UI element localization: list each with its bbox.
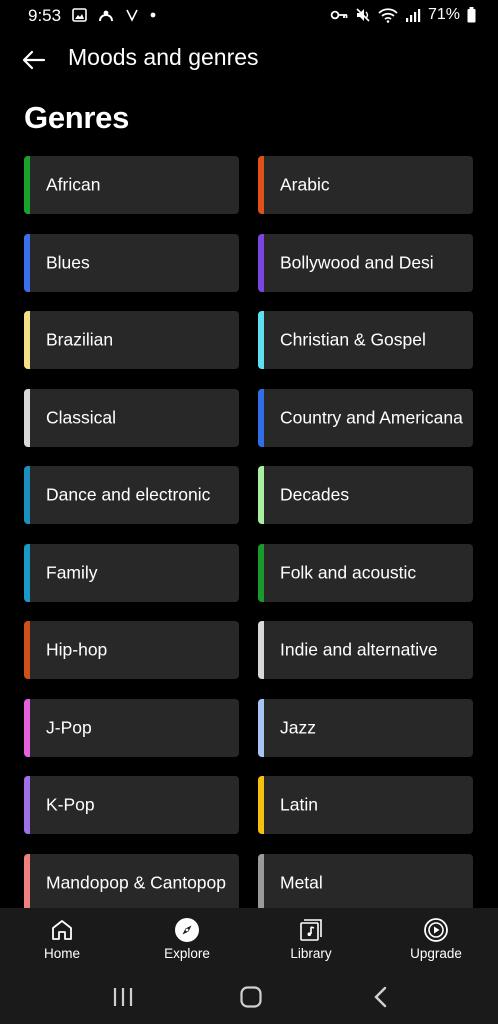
battery-icon — [467, 7, 476, 23]
genre-tile-metal[interactable]: Metal — [258, 853, 473, 912]
system-nav-bar — [0, 970, 498, 1024]
genre-label: Dance and electronic — [46, 484, 211, 505]
bolt-icon — [126, 9, 138, 22]
mute-icon — [356, 8, 370, 22]
section-title: Genres — [24, 100, 130, 135]
signal-icon — [405, 9, 421, 22]
genre-tile-indie-and-alternative[interactable]: Indie and alternative — [258, 621, 473, 679]
genre-accent-bar — [258, 543, 264, 602]
key-icon — [330, 10, 348, 20]
genre-accent-bar — [258, 156, 264, 214]
genre-label: J-Pop — [46, 717, 92, 737]
genre-accent-bar — [258, 311, 264, 369]
genre-accent-bar — [24, 621, 30, 679]
nav-library[interactable]: Library — [261, 908, 361, 970]
recent-apps-icon[interactable] — [110, 984, 136, 1010]
genre-tile-folk-and-acoustic[interactable]: Folk and acoustic — [258, 543, 473, 602]
genre-tile-j-pop[interactable]: J-Pop — [24, 698, 239, 757]
genre-tile-mandopop-and-cantopop[interactable]: Mandopop & Cantopop — [24, 853, 239, 912]
genre-tile-dance-and-electronic[interactable]: Dance and electronic — [24, 466, 239, 524]
arc-icon — [99, 10, 113, 22]
genre-label: African — [46, 174, 101, 195]
genre-accent-bar — [258, 233, 264, 292]
genre-label: Arabic — [280, 174, 330, 195]
genre-label: Bollywood and Desi — [280, 252, 434, 272]
back-arrow-icon[interactable] — [20, 46, 48, 74]
app-header: Moods and genres — [0, 34, 498, 86]
gallery-icon — [72, 8, 87, 22]
genre-tile-k-pop[interactable]: K-Pop — [24, 776, 239, 834]
nav-home-label: Home — [43, 946, 80, 961]
genre-tile-country-and-americana[interactable]: Country and Americana — [258, 388, 473, 447]
genre-accent-bar — [24, 466, 30, 524]
genre-tile-family[interactable]: Family — [24, 543, 239, 602]
page-title: Moods and genres — [68, 44, 259, 70]
system-status-icons: 71% — [330, 6, 476, 24]
genre-label: Jazz — [280, 717, 316, 737]
genre-accent-bar — [24, 233, 30, 292]
status-time: 9:53 — [28, 6, 62, 25]
genre-label: K-Pop — [46, 794, 95, 815]
notification-icons — [72, 8, 156, 22]
genre-accent-bar — [258, 853, 264, 912]
genre-label: Hip-hop — [46, 639, 108, 660]
battery-percent: 71% — [427, 6, 460, 23]
dot-icon — [150, 12, 156, 18]
genre-tile-african[interactable]: African — [24, 156, 239, 214]
genre-accent-bar — [258, 776, 264, 834]
status-bar: 9:53 71% — [0, 0, 498, 34]
genre-accent-bar — [24, 776, 30, 834]
nav-explore-label: Explore — [164, 946, 210, 961]
genre-tile-arabic[interactable]: Arabic — [258, 156, 473, 214]
compass-icon — [175, 918, 199, 942]
genre-tile-classical[interactable]: Classical — [24, 388, 239, 447]
genre-label: Folk and acoustic — [280, 562, 417, 582]
nav-library-label: Library — [290, 946, 332, 961]
genre-tile-brazilian[interactable]: Brazilian — [24, 311, 239, 369]
genre-accent-bar — [24, 388, 30, 447]
genre-accent-bar — [24, 853, 30, 912]
genre-label: Christian & Gospel — [280, 329, 426, 350]
genre-accent-bar — [24, 698, 30, 757]
genre-tile-decades[interactable]: Decades — [258, 466, 473, 524]
library-icon — [300, 919, 322, 941]
genre-label: Decades — [280, 484, 350, 505]
home-button-icon[interactable] — [238, 984, 264, 1010]
genre-accent-bar — [24, 543, 30, 602]
genre-tile-latin[interactable]: Latin — [258, 776, 473, 834]
genre-label: Mandopop & Cantopop — [46, 872, 226, 892]
bottom-nav: Home Explore Library Upgrade — [0, 908, 498, 970]
genre-label: Metal — [280, 872, 323, 892]
genre-label: Latin — [280, 794, 318, 815]
genre-accent-bar — [24, 156, 30, 214]
genre-accent-bar — [258, 466, 264, 524]
nav-home[interactable]: Home — [12, 908, 112, 970]
nav-explore[interactable]: Explore — [137, 908, 237, 970]
genre-tile-jazz[interactable]: Jazz — [258, 698, 473, 757]
genre-tile-blues[interactable]: Blues — [24, 233, 239, 292]
genre-accent-bar — [258, 621, 264, 679]
upgrade-icon — [424, 918, 448, 942]
genre-accent-bar — [24, 311, 30, 369]
genre-tile-bollywood-and-desi[interactable]: Bollywood and Desi — [258, 233, 473, 292]
genre-label: Country and Americana — [280, 407, 463, 427]
genre-label: Blues — [46, 252, 90, 272]
back-button-icon[interactable] — [368, 984, 394, 1010]
genre-tile-christian-and-gospel[interactable]: Christian & Gospel — [258, 311, 473, 369]
genre-label: Indie and alternative — [280, 639, 438, 660]
genre-accent-bar — [258, 698, 264, 757]
wifi-icon — [378, 8, 398, 23]
nav-upgrade-label: Upgrade — [410, 946, 462, 961]
genre-tile-hip-hop[interactable]: Hip-hop — [24, 621, 239, 679]
genre-accent-bar — [258, 388, 264, 447]
genre-label: Brazilian — [46, 329, 114, 350]
genre-label: Classical — [46, 407, 117, 427]
home-icon — [52, 920, 72, 940]
genre-label: Family — [46, 562, 98, 582]
nav-upgrade[interactable]: Upgrade — [386, 908, 486, 970]
